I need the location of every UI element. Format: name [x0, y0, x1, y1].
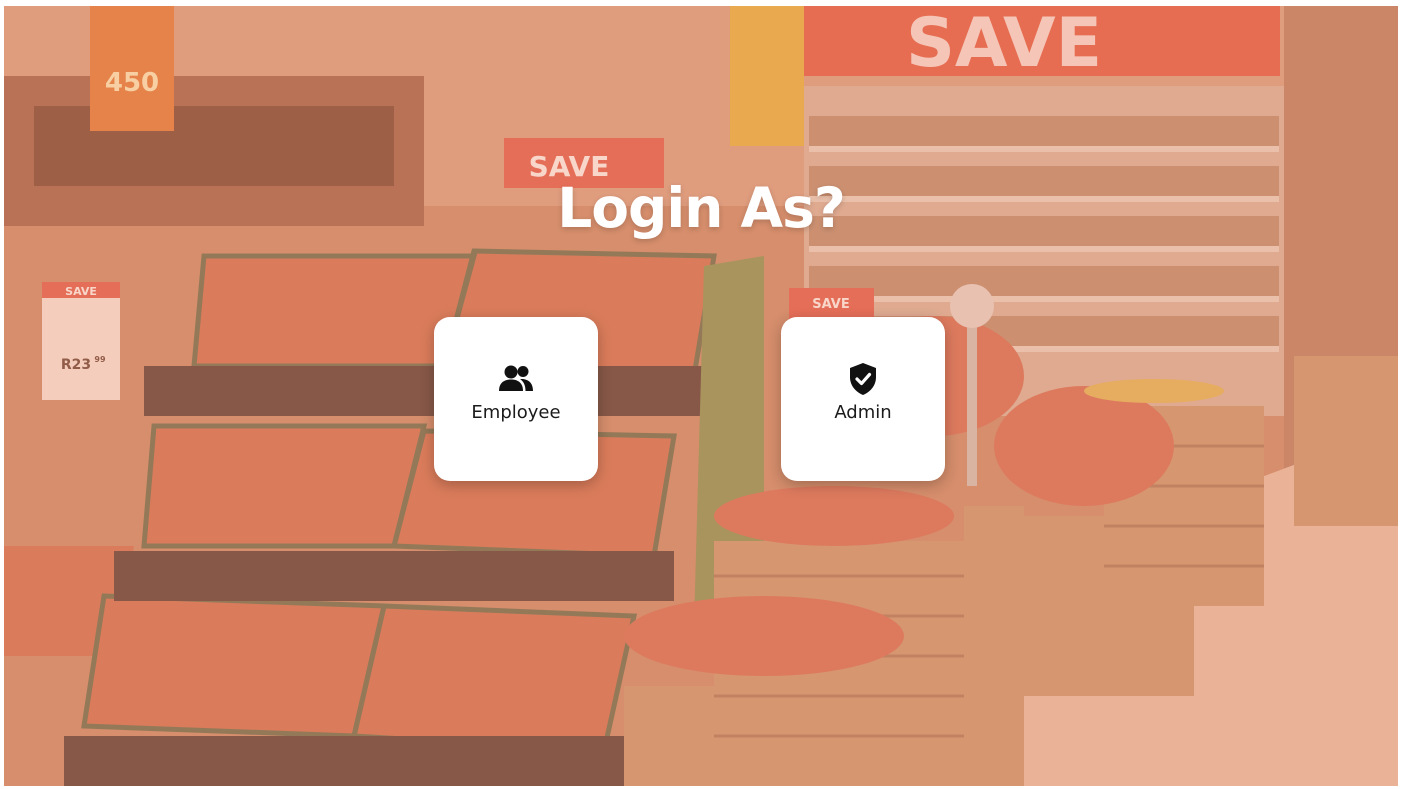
shield-check-icon [781, 361, 945, 397]
admin-label: Admin [834, 402, 892, 423]
admin-login-button[interactable]: Admin [781, 317, 945, 481]
employee-label: Employee [471, 402, 561, 423]
login-screen: 450 SAVE SAVE SAVE SAVE R23 99 Login As?… [4, 6, 1398, 786]
employee-login-button[interactable]: Employee [434, 317, 598, 481]
users-icon [434, 361, 598, 397]
color-overlay [4, 6, 1398, 786]
page-title: Login As? [557, 176, 846, 240]
